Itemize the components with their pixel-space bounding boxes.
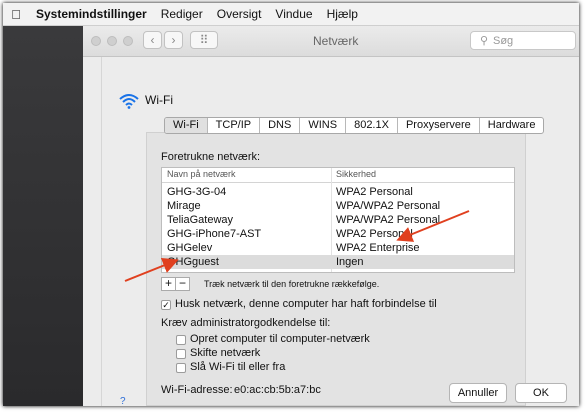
annotation-arrow-remove bbox=[124, 258, 179, 282]
screenshot-frame:  Systemindstillinger Rediger Oversigt V… bbox=[3, 3, 579, 406]
annotation-arrows bbox=[124, 210, 470, 282]
annotation-arrow-ghgguest bbox=[396, 210, 470, 242]
